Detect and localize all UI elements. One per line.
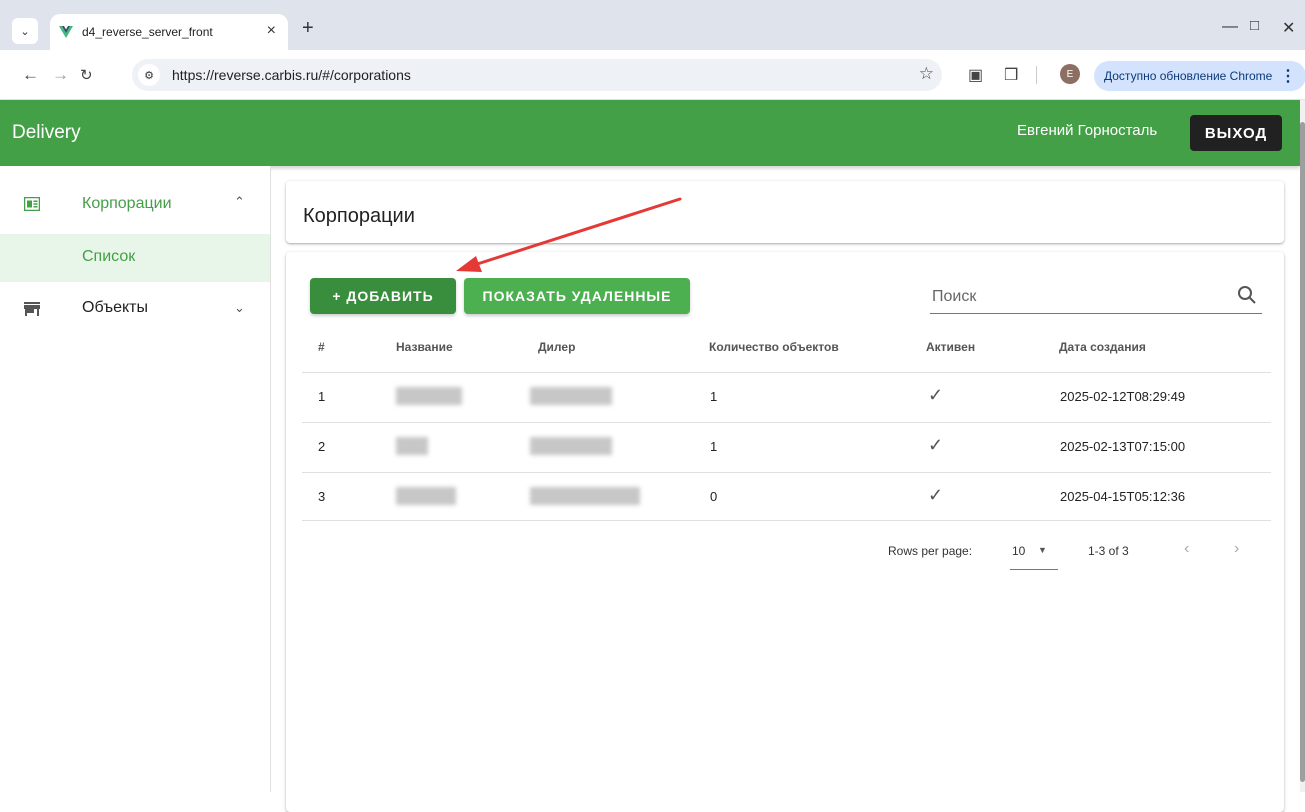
- sidebar-item-label: Корпорации: [82, 195, 172, 212]
- browser-tab[interactable]: d4_reverse_server_front ×: [50, 14, 288, 50]
- add-button[interactable]: + ДОБАВИТЬ: [310, 278, 456, 314]
- sidebar-item-objects[interactable]: Объекты ⌄: [0, 284, 270, 334]
- reload-icon[interactable]: ↻: [80, 66, 93, 84]
- search-placeholder: Поиск: [932, 288, 977, 305]
- profile-avatar[interactable]: E: [1060, 64, 1080, 84]
- newspaper-icon: [24, 197, 40, 211]
- search-icon: [1238, 286, 1256, 304]
- chevron-down-icon: ⌄: [234, 300, 245, 315]
- rows-per-page-value: 10: [1012, 544, 1026, 558]
- redacted-dealer: [530, 437, 612, 455]
- logout-button[interactable]: ВЫХОД: [1190, 115, 1282, 151]
- redacted-name: [396, 437, 428, 455]
- show-deleted-button[interactable]: ПОКАЗАТЬ УДАЛЕННЫЕ: [464, 278, 690, 314]
- browser-tab-strip: ⌄ d4_reverse_server_front × + — □ ✕: [0, 0, 1305, 50]
- extensions-icon[interactable]: ❒: [1004, 65, 1018, 85]
- sidebar-subitem-list[interactable]: Список: [0, 234, 270, 282]
- cell-objects-count: 1: [710, 439, 718, 454]
- redacted-name: [396, 487, 456, 505]
- next-page-icon[interactable]: ›: [1234, 540, 1239, 558]
- search-input[interactable]: Поиск: [930, 280, 1262, 314]
- table-row[interactable]: 3 0 ✓ 2025-04-15T05:12:36: [302, 472, 1271, 522]
- rows-per-page-label: Rows per page:: [888, 544, 973, 558]
- redacted-dealer: [530, 487, 640, 505]
- sidebar: Корпорации ⌃ Список Объекты ⌄: [0, 166, 271, 792]
- omnibox[interactable]: ⚙ https://reverse.carbis.ru/#/corporatio…: [132, 59, 942, 91]
- redacted-name: [396, 387, 462, 405]
- more-menu-icon[interactable]: ⋮: [1280, 66, 1296, 86]
- forward-icon[interactable]: →: [52, 65, 69, 85]
- table-row[interactable]: 2 1 ✓ 2025-02-13T07:15:00: [302, 422, 1271, 472]
- cell-number: 3: [318, 489, 326, 504]
- close-window-icon[interactable]: ✕: [1282, 18, 1295, 38]
- app-title: Delivery: [12, 122, 81, 143]
- minimize-icon[interactable]: —: [1222, 18, 1238, 36]
- column-header-active[interactable]: Активен: [926, 340, 975, 354]
- sidebar-item-corporations[interactable]: Корпорации ⌃: [0, 180, 270, 230]
- cell-number: 1: [318, 389, 326, 404]
- dropdown-arrow-icon: ▼: [1038, 545, 1047, 555]
- app-bar: Delivery Евгений Горносталь ВЫХОД: [0, 100, 1300, 166]
- cell-number: 2: [318, 439, 326, 454]
- chevron-up-icon: ⌃: [234, 194, 245, 209]
- page-scrollbar[interactable]: [1300, 100, 1305, 792]
- rows-per-page-select[interactable]: 10 ▼: [1010, 536, 1058, 570]
- column-header-name[interactable]: Название: [396, 340, 453, 354]
- check-icon: ✓: [928, 435, 944, 455]
- update-label: Доступно обновление Chrome: [1104, 69, 1273, 83]
- cell-created-date: 2025-02-12T08:29:49: [1060, 389, 1186, 404]
- tab-title: d4_reverse_server_front: [82, 25, 213, 39]
- page-header-card: Корпорации: [286, 181, 1284, 243]
- user-name: Евгений Горносталь: [1017, 122, 1158, 139]
- check-icon: ✓: [928, 485, 944, 505]
- tab-close-icon[interactable]: ×: [267, 22, 276, 40]
- chrome-update-button[interactable]: Доступно обновление Chrome ⋮: [1094, 61, 1305, 91]
- table-bottom-divider: [302, 520, 1271, 521]
- sidebar-item-label: Объекты: [82, 299, 148, 316]
- check-icon: ✓: [928, 385, 944, 405]
- prev-page-icon[interactable]: ‹: [1184, 540, 1189, 558]
- bookmark-star-icon[interactable]: ☆: [919, 64, 934, 84]
- column-header-dealer[interactable]: Дилер: [538, 340, 575, 354]
- cell-created-date: 2025-02-13T07:15:00: [1060, 439, 1186, 454]
- url-text: https://reverse.carbis.ru/#/corporations: [172, 67, 411, 83]
- toolbar-divider: [1036, 66, 1037, 84]
- scrollbar-thumb[interactable]: [1300, 122, 1305, 782]
- store-icon: [24, 302, 40, 316]
- sidebar-subitem-label: Список: [82, 248, 136, 265]
- content-card: + ДОБАВИТЬ ПОКАЗАТЬ УДАЛЕННЫЕ Поиск # На…: [286, 252, 1284, 812]
- column-header-created[interactable]: Дата создания: [1059, 340, 1146, 354]
- column-header-objects-count[interactable]: Количество объектов: [709, 340, 839, 354]
- page-title: Корпорации: [303, 205, 415, 227]
- new-tab-icon[interactable]: +: [302, 18, 314, 38]
- screenshot-icon[interactable]: ▣: [968, 65, 983, 85]
- table-row[interactable]: 1 1 ✓ 2025-02-12T08:29:49: [302, 372, 1271, 422]
- cell-objects-count: 0: [710, 489, 718, 504]
- pagination-range: 1-3 of 3: [1088, 544, 1129, 558]
- site-info-icon[interactable]: ⚙: [138, 64, 160, 86]
- back-icon[interactable]: ←: [22, 65, 39, 85]
- redacted-dealer: [530, 387, 612, 405]
- vue-logo-icon: [59, 26, 73, 38]
- column-header-number[interactable]: #: [318, 340, 325, 354]
- tab-search-chevron-icon[interactable]: ⌄: [12, 18, 38, 44]
- cell-created-date: 2025-04-15T05:12:36: [1060, 489, 1186, 504]
- maximize-icon[interactable]: □: [1250, 17, 1259, 34]
- cell-objects-count: 1: [710, 389, 718, 404]
